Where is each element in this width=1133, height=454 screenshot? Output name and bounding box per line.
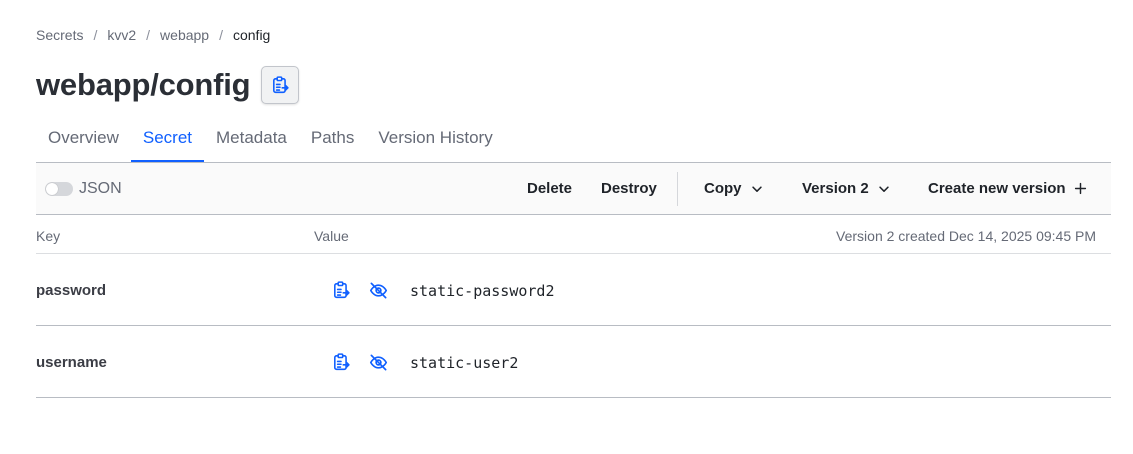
secret-value: static-user2	[410, 354, 519, 372]
reveal-value-button[interactable]	[368, 352, 388, 372]
delete-button-label: Delete	[527, 180, 573, 197]
breadcrumb-config: config	[232, 27, 271, 43]
tab-secret[interactable]: Secret	[130, 118, 205, 162]
clipboard-copy-icon	[273, 76, 290, 94]
tab-overview[interactable]: Overview	[36, 118, 131, 162]
page-title: webapp/config	[36, 67, 251, 102]
chevron-down-icon	[878, 185, 889, 192]
secret-value: static-password2	[410, 282, 555, 300]
breadcrumb: Secrets / kvv2 / webapp / config	[36, 27, 270, 43]
title-row: webapp/config	[36, 66, 300, 104]
destroy-button[interactable]: Destroy	[601, 163, 657, 214]
breadcrumb-secrets[interactable]: Secrets	[36, 27, 83, 43]
toolbar-actions: Delete Destroy Copy Version 2 Create new…	[36, 163, 1111, 214]
version-dropdown-label: Version 2	[802, 180, 869, 197]
toolbar-divider	[677, 172, 678, 206]
key-column-header: Key	[36, 228, 61, 244]
table-row: username static-user2	[36, 326, 1111, 398]
breadcrumb-separator: /	[146, 27, 151, 43]
version-created-meta: Version 2 created Dec 14, 2025 09:45 PM	[836, 228, 1096, 244]
value-column-header: Value	[314, 228, 349, 244]
copy-dropdown-label: Copy	[704, 180, 742, 197]
secret-toolbar: JSON Delete Destroy Copy Version 2 Creat…	[36, 162, 1111, 215]
breadcrumb-kvv2[interactable]: kvv2	[107, 27, 136, 43]
breadcrumb-separator: /	[93, 27, 98, 43]
secret-key: password	[36, 282, 107, 299]
tab-metadata[interactable]: Metadata	[204, 118, 299, 162]
version-dropdown-button[interactable]: Version 2	[802, 163, 891, 214]
breadcrumb-separator: /	[219, 27, 223, 43]
create-new-version-button[interactable]: Create new version	[928, 163, 1087, 214]
eye-off-icon	[369, 282, 387, 298]
secret-key: username	[36, 354, 107, 371]
copy-dropdown-button[interactable]: Copy	[704, 163, 764, 214]
copy-value-button[interactable]	[331, 352, 351, 372]
create-new-version-label: Create new version	[928, 180, 1066, 197]
copy-path-button[interactable]	[261, 66, 300, 104]
copy-value-button[interactable]	[331, 280, 351, 300]
destroy-button-label: Destroy	[601, 180, 657, 197]
delete-button[interactable]: Delete	[527, 163, 572, 214]
chevron-down-icon	[751, 185, 762, 192]
tab-bar: Overview Secret Metadata Paths Version H…	[36, 118, 505, 162]
tab-paths[interactable]: Paths	[299, 118, 366, 162]
clipboard-copy-icon	[334, 281, 350, 299]
tab-version-history[interactable]: Version History	[366, 118, 504, 162]
eye-off-icon	[369, 354, 387, 370]
breadcrumb-webapp[interactable]: webapp	[160, 27, 209, 43]
plus-icon	[1074, 182, 1086, 195]
clipboard-copy-icon	[334, 353, 350, 371]
reveal-value-button[interactable]	[368, 280, 388, 300]
table-header: Key Value Version 2 created Dec 14, 2025…	[36, 215, 1111, 254]
table-row: password static-password2	[36, 254, 1111, 326]
